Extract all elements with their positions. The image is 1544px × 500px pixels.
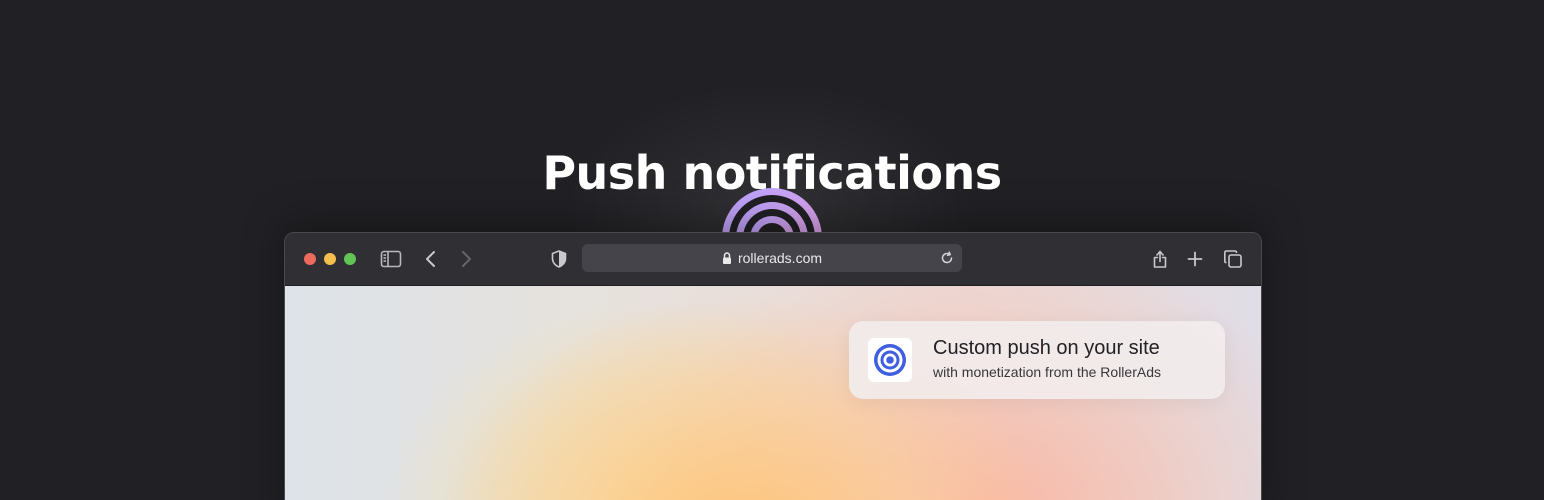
share-icon[interactable]	[1148, 247, 1172, 271]
close-window-button[interactable]	[304, 253, 316, 265]
address-url: rollerads.com	[737, 250, 823, 266]
browser-content: Custom push on your site with monetizati…	[285, 286, 1261, 500]
back-icon[interactable]	[419, 247, 443, 271]
forward-icon[interactable]	[454, 247, 478, 271]
browser-window: rollerads.com Custom push on your site w…	[284, 232, 1262, 500]
page: Push notifications rollerads.com Custom …	[0, 0, 1544, 500]
lock-icon	[722, 251, 731, 264]
minimize-window-button[interactable]	[324, 253, 336, 265]
new-tab-plus-icon[interactable]	[1183, 247, 1207, 271]
tabs-overview-icon[interactable]	[1221, 247, 1245, 271]
notification-subtitle: with monetization from the RollerAds	[933, 364, 1161, 380]
address-bar[interactable]: rollerads.com	[582, 244, 962, 272]
browser-toolbar: rollerads.com	[285, 233, 1261, 286]
zoom-window-button[interactable]	[344, 253, 356, 265]
notification-title: Custom push on your site	[933, 337, 1160, 359]
push-notification[interactable]: Custom push on your site with monetizati…	[849, 321, 1225, 399]
sidebar-icon[interactable]	[379, 247, 403, 271]
reload-icon[interactable]	[938, 249, 956, 267]
shield-icon[interactable]	[547, 247, 571, 271]
target-icon	[868, 338, 912, 382]
